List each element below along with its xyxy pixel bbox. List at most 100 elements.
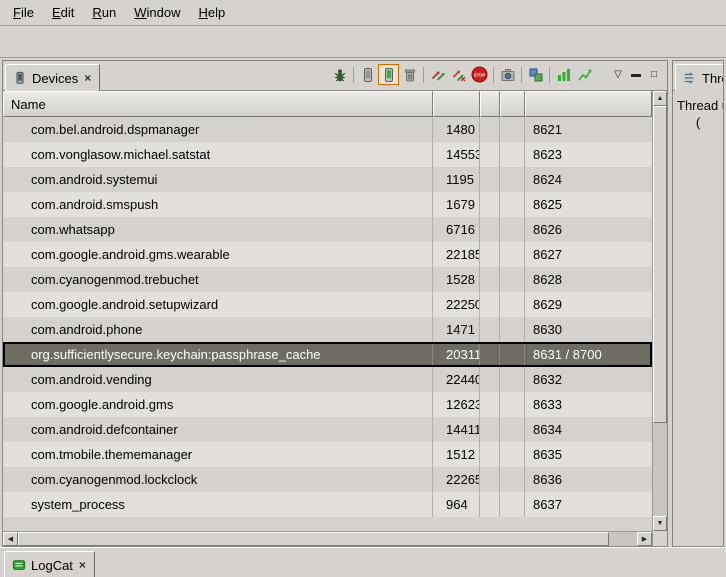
process-row[interactable]: com.android.defcontainer 14411 8634 [3, 417, 652, 442]
process-port: 8624 [525, 167, 652, 192]
vertical-scroll-track[interactable] [653, 423, 667, 516]
process-port: 8630 [525, 317, 652, 342]
process-col3 [480, 317, 500, 342]
process-col4 [500, 192, 525, 217]
process-col4 [500, 167, 525, 192]
scroll-down-icon[interactable]: ▼ [653, 516, 667, 531]
update-threads-icon[interactable] [427, 64, 448, 85]
process-col3 [480, 242, 500, 267]
menu-item-window[interactable]: Window [125, 1, 189, 24]
tab-threads[interactable]: Threads [675, 64, 724, 91]
process-pid: 1471 [433, 317, 480, 342]
close-icon[interactable]: × [78, 559, 87, 571]
menu-item-run[interactable]: Run [83, 1, 125, 24]
threads-message-line1: Thread up [673, 91, 723, 113]
process-port: 8634 [525, 417, 652, 442]
process-port: 8628 [525, 267, 652, 292]
process-pid: 1195 [433, 167, 480, 192]
process-pid: 1480 [433, 117, 480, 142]
process-pid: 1679 [433, 192, 480, 217]
process-row[interactable]: system_process 964 8637 [3, 492, 652, 517]
maximize-icon[interactable]: □ [645, 66, 663, 84]
main-area: Devices × [0, 58, 726, 547]
process-row[interactable]: org.sufficientlysecure.keychain:passphra… [3, 342, 652, 367]
horizontal-scrollbar[interactable]: ◀ ▶ [3, 531, 652, 546]
process-name: org.sufficientlysecure.keychain:passphra… [3, 342, 433, 367]
main-toolbar-strip [0, 26, 726, 58]
profiling-bars-icon[interactable] [553, 64, 574, 85]
process-name: com.android.smspush [3, 192, 433, 217]
process-name: com.google.android.gms.wearable [3, 242, 433, 267]
horizontal-scroll-track[interactable] [609, 532, 637, 546]
process-row[interactable]: com.whatsapp 6716 8626 [3, 217, 652, 242]
tab-devices-label: Devices [32, 71, 78, 86]
debug-process-icon[interactable] [329, 64, 350, 85]
screen-capture-icon[interactable] [497, 64, 518, 85]
device-icon [13, 71, 27, 85]
hierarchy-view-icon[interactable] [525, 64, 546, 85]
process-row[interactable]: com.google.android.setupwizard 22250 862… [3, 292, 652, 317]
menu-item-help[interactable]: Help [189, 1, 234, 24]
tab-logcat-label: LogCat [31, 558, 73, 573]
process-col4 [500, 392, 525, 417]
process-port: 8637 [525, 492, 652, 517]
process-row[interactable]: com.tmobile.thememanager 1512 8635 [3, 442, 652, 467]
scroll-up-icon[interactable]: ▲ [653, 91, 667, 106]
process-row[interactable]: com.android.systemui 1195 8624 [3, 167, 652, 192]
process-row[interactable]: com.android.vending 22440 8632 [3, 367, 652, 392]
process-row[interactable]: com.cyanogenmod.lockclock 22265 8636 [3, 467, 652, 492]
process-pid: 12623 [433, 392, 480, 417]
column-header-port[interactable] [525, 91, 652, 117]
scroll-right-icon[interactable]: ▶ [637, 532, 652, 546]
horizontal-scroll-thumb[interactable] [18, 532, 609, 546]
profiling-graph-icon[interactable] [574, 64, 595, 85]
process-col3 [480, 267, 500, 292]
dump-threads-icon[interactable] [448, 64, 469, 85]
column-header-pid[interactable] [433, 91, 480, 117]
process-name: com.android.phone [3, 317, 433, 342]
process-col3 [480, 167, 500, 192]
minimize-icon[interactable]: ▬ [627, 66, 645, 84]
column-header-name[interactable]: Name [3, 91, 433, 117]
threads-icon [683, 71, 697, 85]
devices-panel: Devices × [2, 60, 668, 547]
vertical-scrollbar[interactable]: ▲ ▼ [652, 91, 667, 531]
process-col4 [500, 242, 525, 267]
close-icon[interactable]: × [83, 72, 92, 84]
process-col4 [500, 267, 525, 292]
process-row[interactable]: com.android.phone 1471 8630 [3, 317, 652, 342]
process-row[interactable]: com.cyanogenmod.trebuchet 1528 8628 [3, 267, 652, 292]
tab-devices[interactable]: Devices × [5, 64, 100, 91]
process-port: 8621 [525, 117, 652, 142]
process-pid: 22440 [433, 367, 480, 392]
update-heap-icon[interactable] [357, 64, 378, 85]
process-col3 [480, 217, 500, 242]
menu-item-edit[interactable]: Edit [43, 1, 83, 24]
process-col3 [480, 367, 500, 392]
scroll-left-icon[interactable]: ◀ [3, 532, 18, 546]
process-table-content: Name com.bel.android.dspmanager 1480 862… [3, 91, 652, 546]
menubar: FileEditRunWindowHelp [0, 0, 726, 26]
vertical-scroll-thumb[interactable] [653, 106, 667, 423]
stop-process-icon[interactable]: STOP [469, 64, 490, 85]
process-row[interactable]: com.google.android.gms 12623 8633 [3, 392, 652, 417]
column-header-4[interactable] [500, 91, 525, 117]
view-menu-icon[interactable]: ▽ [609, 66, 627, 84]
process-row[interactable]: com.bel.android.dspmanager 1480 8621 [3, 117, 652, 142]
process-col3 [480, 192, 500, 217]
cause-gc-icon[interactable] [399, 64, 420, 85]
process-pid: 964 [433, 492, 480, 517]
menu-item-file[interactable]: File [4, 1, 43, 24]
process-pid: 22185 [433, 242, 480, 267]
dump-hprof-icon[interactable] [378, 64, 399, 85]
process-row[interactable]: com.google.android.gms.wearable 22185 86… [3, 242, 652, 267]
process-row[interactable]: com.vonglasow.michael.satstat 14553 8623 [3, 142, 652, 167]
process-pid: 14553 [433, 142, 480, 167]
tab-threads-label: Threads [702, 71, 724, 86]
process-col3 [480, 392, 500, 417]
process-pid: 1512 [433, 442, 480, 467]
process-row[interactable]: com.android.smspush 1679 8625 [3, 192, 652, 217]
process-name: com.android.systemui [3, 167, 433, 192]
tab-logcat[interactable]: LogCat × [4, 551, 95, 577]
column-header-3[interactable] [480, 91, 500, 117]
